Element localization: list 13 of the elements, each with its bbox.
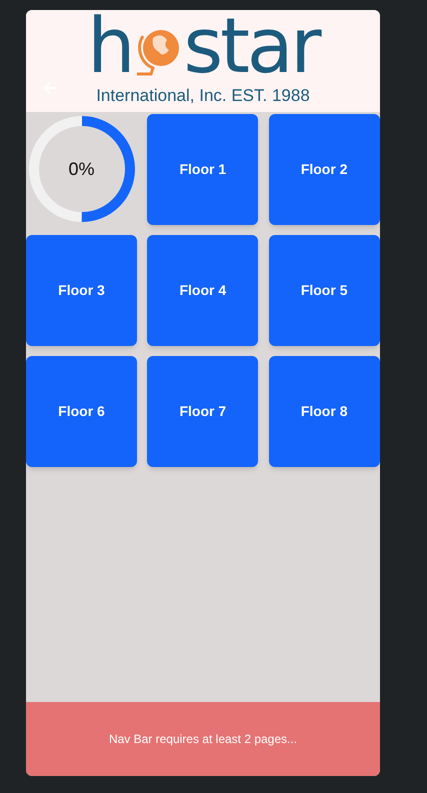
logo-text: star <box>183 10 319 84</box>
floor-button[interactable]: Floor 7 <box>147 356 258 467</box>
floor-button[interactable]: Floor 5 <box>268 235 380 346</box>
progress-label: 0% <box>68 158 94 181</box>
floor-button[interactable]: Floor 2 <box>268 114 380 225</box>
floor-button[interactable]: Floor 4 <box>147 235 258 346</box>
floor-button[interactable]: Floor 1 <box>147 114 258 225</box>
nav-bar-message: Nav Bar requires at least 2 pages... <box>108 731 298 748</box>
logo-tagline: International, Inc. EST. 1988 <box>96 86 310 106</box>
floor-button[interactable]: Floor 3 <box>26 235 137 346</box>
logo-text: h <box>87 10 136 84</box>
floor-button[interactable]: Floor 8 <box>268 356 380 467</box>
floor-button[interactable]: Floor 6 <box>26 356 137 467</box>
